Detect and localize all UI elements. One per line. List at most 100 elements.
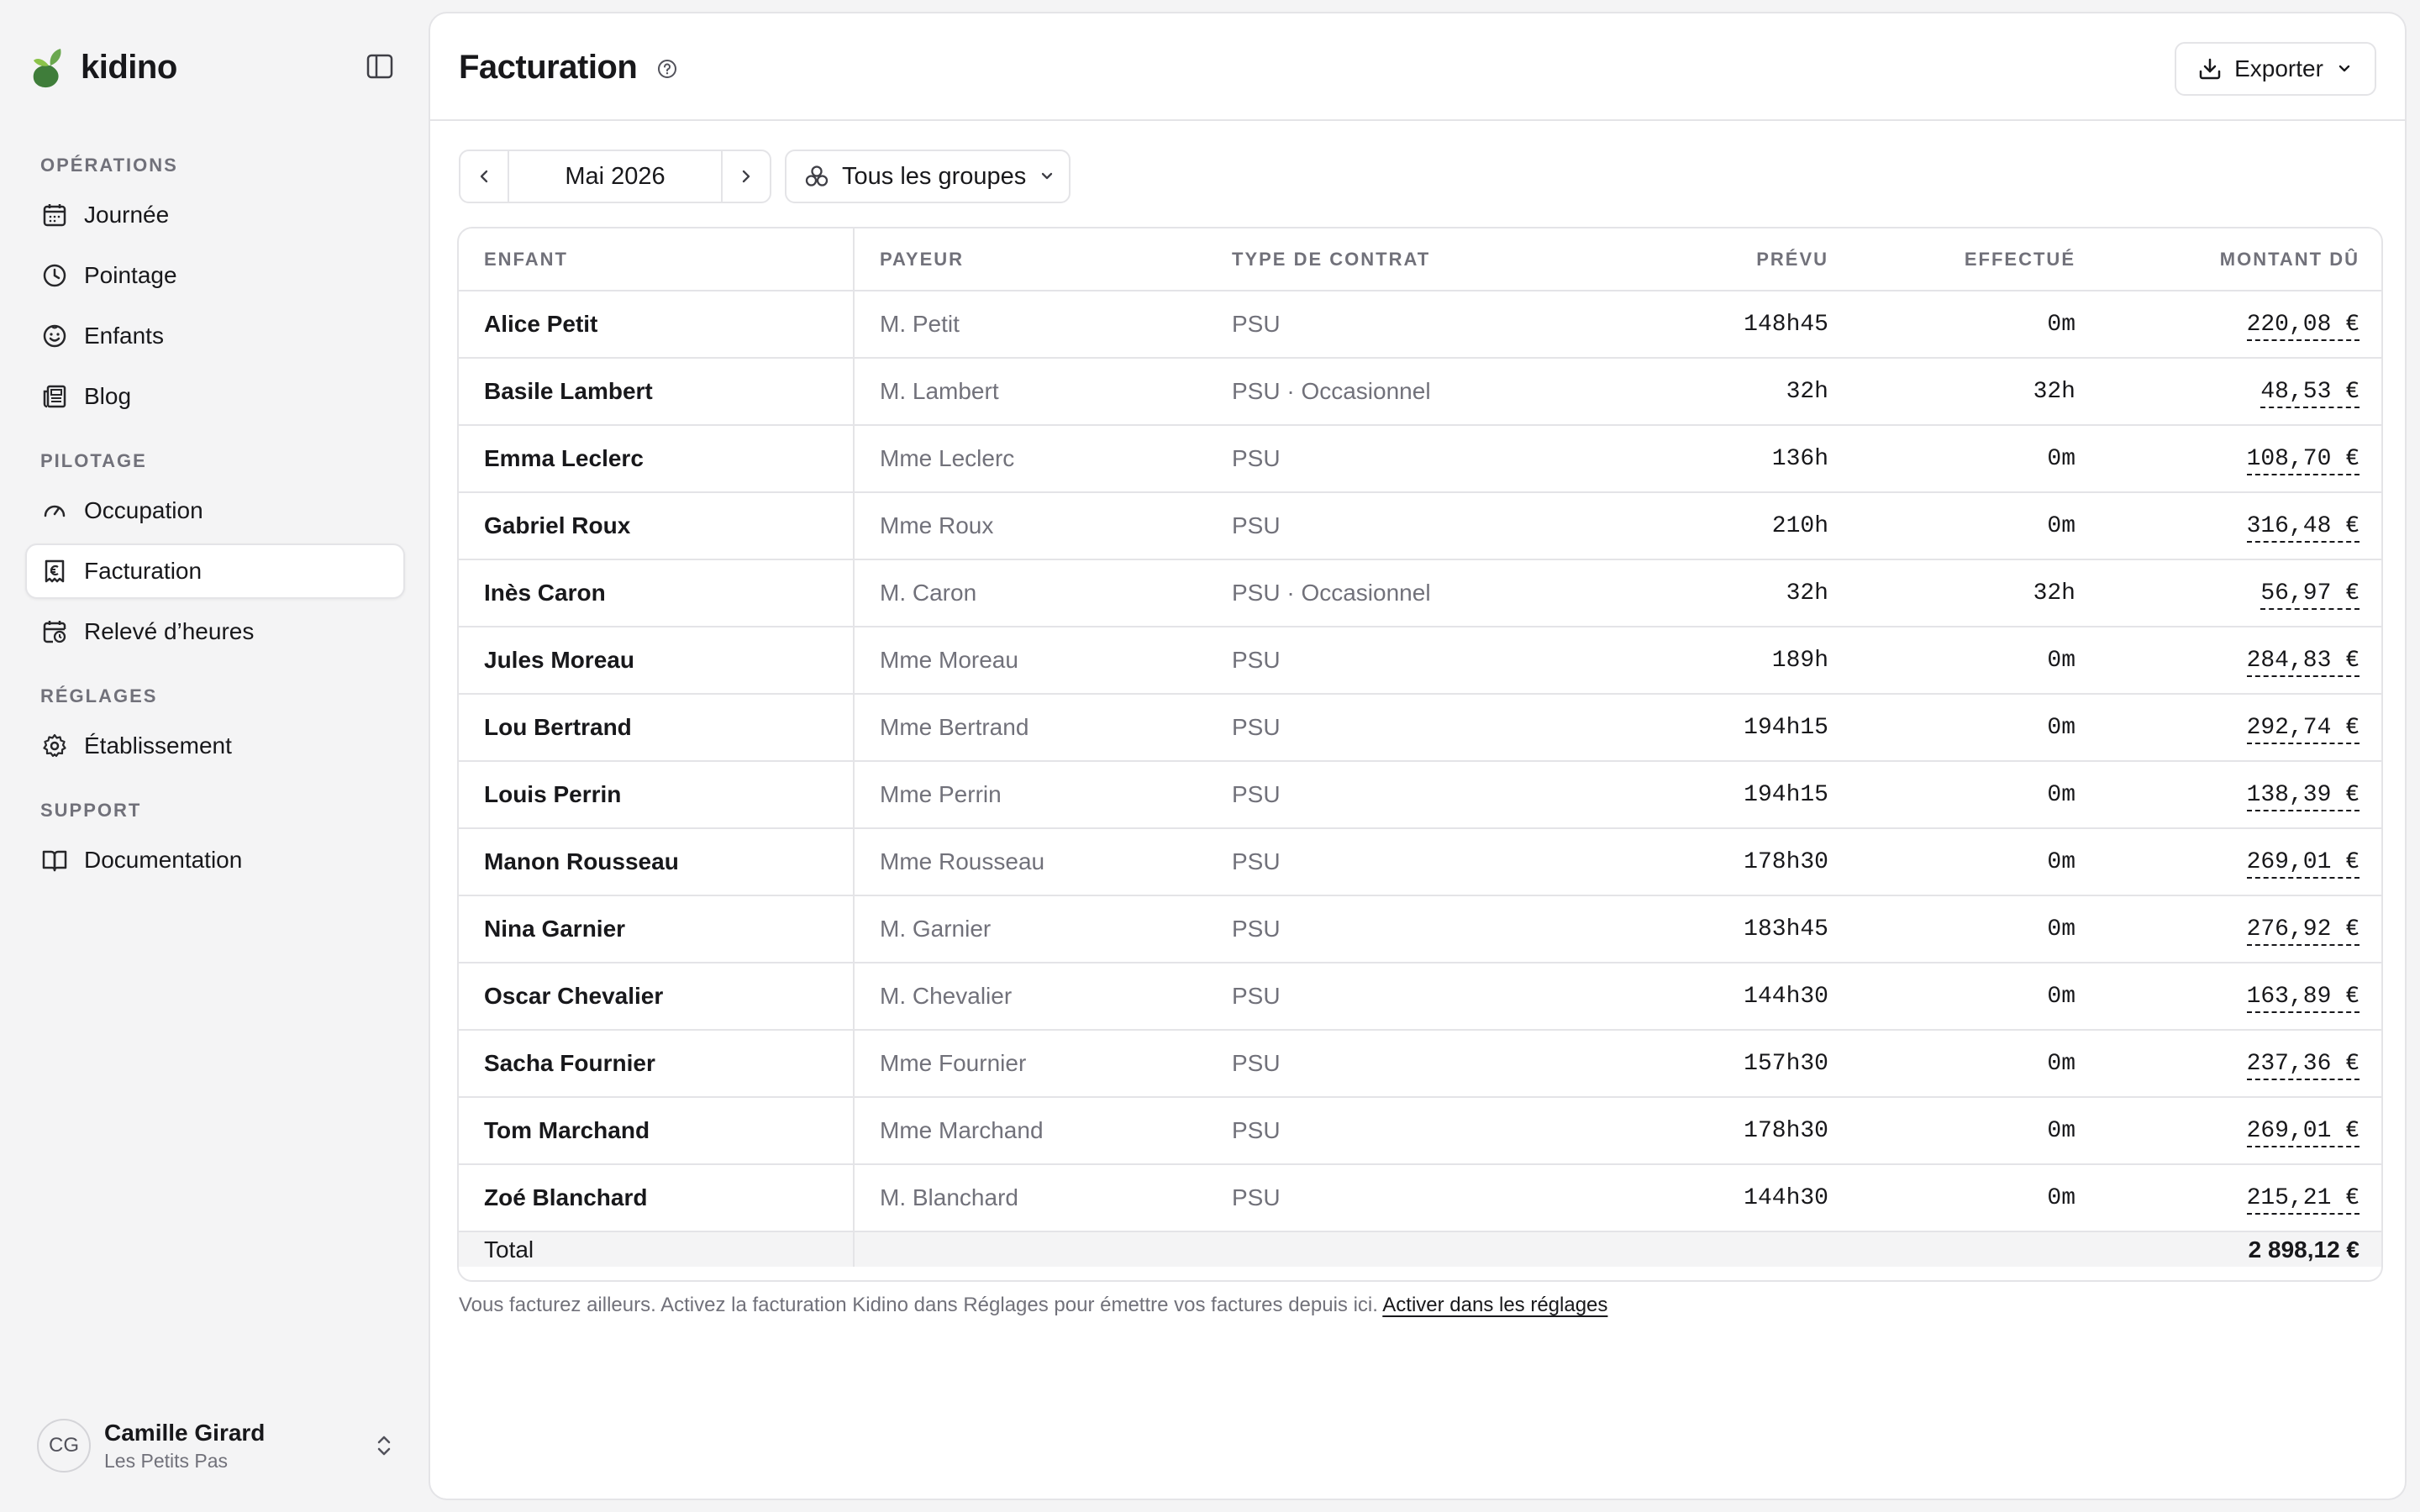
brand-name: kidino [81, 48, 177, 86]
cell-payeur: M. Garnier [854, 895, 1207, 963]
amount-link[interactable]: 292,74 € [2246, 714, 2360, 744]
cell-prevu: 194h15 [1560, 694, 1854, 762]
section-label-reglages: RÉGLAGES [40, 685, 158, 706]
cell-effectue: 0m [1854, 694, 2101, 762]
cell-enfant: Zoé Blanchard [459, 1164, 855, 1232]
cell-enfant: Louis Perrin [459, 761, 855, 829]
amount-link[interactable]: 237,36 € [2246, 1050, 2360, 1080]
cell-type-contrat: PSU [1207, 425, 1560, 493]
column-header-type-contrat[interactable]: TYPE DE CONTRAT [1207, 228, 1560, 291]
table-row[interactable]: Jules Moreau Mme Moreau PSU 189h 0m 284,83 € [459, 627, 2381, 695]
amount-link[interactable]: 220,08 € [2246, 311, 2360, 341]
amount-link[interactable]: 276,92 € [2246, 916, 2360, 946]
cell-effectue: 0m [1854, 828, 2101, 896]
table-row[interactable]: Lou Bertrand Mme Bertrand PSU 194h15 0m 292,7… [459, 694, 2381, 762]
cell-prevu: 178h30 [1560, 1097, 1854, 1165]
table-row[interactable]: Alice Petit M. Petit PSU 148h45 0m 220,08 € [459, 291, 2381, 359]
table-row[interactable]: Tom Marchand Mme Marchand PSU 178h30 0m 269,0… [459, 1097, 2381, 1165]
table-row[interactable]: Louis Perrin Mme Perrin PSU 194h15 0m 138,39 … [459, 761, 2381, 829]
cell-payeur: Mme Perrin [854, 761, 1207, 829]
column-header-effectue[interactable]: EFFECTUÉ [1854, 228, 2101, 291]
amount-link[interactable]: 48,53 € [2260, 378, 2360, 408]
billing-table: ENFANT PAYEUR TYPE DE CONTRAT PRÉVU EFFE… [457, 227, 2383, 1282]
column-header-enfant[interactable]: ENFANT [459, 228, 855, 291]
cell-effectue: 0m [1854, 963, 2101, 1031]
cell-montant-du: 316,48 € [2101, 492, 2381, 560]
cell-effectue: 0m [1854, 761, 2101, 829]
current-month[interactable]: Mai 2026 [509, 151, 721, 202]
cell-prevu: 144h30 [1560, 963, 1854, 1031]
cell-montant-du: 276,92 € [2101, 895, 2381, 963]
chevrons-up-down-icon [377, 1436, 391, 1456]
cell-type-contrat: PSU [1207, 828, 1560, 896]
sidebar: kidino OPÉRATIONS Journée Pointage Enfan… [0, 0, 429, 1512]
cell-enfant: Nina Garnier [459, 895, 855, 963]
group-select[interactable]: Tous les groupes [785, 150, 1071, 203]
table-row[interactable]: Emma Leclerc Mme Leclerc PSU 136h 0m 108,70 € [459, 425, 2381, 493]
amount-link[interactable]: 56,97 € [2260, 580, 2360, 610]
amount-link[interactable]: 284,83 € [2246, 647, 2360, 677]
cell-effectue: 32h [1854, 358, 2101, 426]
sidebar-toggle-button[interactable] [363, 52, 397, 81]
cell-payeur: Mme Bertrand [854, 694, 1207, 762]
sidebar-item-journee[interactable]: Journée [25, 187, 405, 243]
column-header-prevu[interactable]: PRÉVU [1560, 228, 1854, 291]
cell-payeur: Mme Rousseau [854, 828, 1207, 896]
cell-payeur: Mme Leclerc [854, 425, 1207, 493]
cell-prevu: 136h [1560, 425, 1854, 493]
cell-payeur: M. Lambert [854, 358, 1207, 426]
brand[interactable]: kidino [30, 44, 177, 91]
sidebar-item-occupation[interactable]: Occupation [25, 483, 405, 538]
group-select-label: Tous les groupes [842, 162, 1027, 190]
amount-link[interactable]: 108,70 € [2246, 445, 2360, 475]
table-row[interactable]: Zoé Blanchard M. Blanchard PSU 144h30 0m 215,… [459, 1164, 2381, 1232]
table-row[interactable]: Inès Caron M. Caron PSU · Occasionnel 32h 32… [459, 559, 2381, 627]
sidebar-item-facturation[interactable]: Facturation [25, 543, 405, 599]
column-header-montant-du[interactable]: MONTANT DÛ [2101, 228, 2381, 291]
export-button[interactable]: Exporter [2175, 42, 2376, 96]
help-circle-icon[interactable] [655, 57, 679, 81]
amount-link[interactable]: 269,01 € [2246, 1117, 2360, 1147]
cell-payeur: M. Petit [854, 291, 1207, 359]
amount-link[interactable]: 215,21 € [2246, 1184, 2360, 1215]
cell-payeur: M. Chevalier [854, 963, 1207, 1031]
cell-montant-du: 215,21 € [2101, 1164, 2381, 1232]
table-row[interactable]: Sacha Fournier Mme Fournier PSU 157h30 0m 237… [459, 1030, 2381, 1098]
table-row[interactable]: Gabriel Roux Mme Roux PSU 210h 0m 316,48 € [459, 492, 2381, 560]
activate-billing-link[interactable]: Activer dans les réglages [1382, 1294, 1607, 1316]
cell-montant-du: 108,70 € [2101, 425, 2381, 493]
month-navigator: Mai 2026 [459, 150, 771, 203]
sidebar-item-enfants[interactable]: Enfants [25, 308, 405, 364]
cell-type-contrat: PSU [1207, 492, 1560, 560]
column-header-payeur[interactable]: PAYEUR [854, 228, 1207, 291]
cell-payeur: Mme Marchand [854, 1097, 1207, 1165]
sidebar-item-blog[interactable]: Blog [25, 369, 405, 424]
panel-left-icon [366, 54, 393, 79]
cell-enfant: Oscar Chevalier [459, 963, 855, 1031]
table-row[interactable]: Basile Lambert M. Lambert PSU · Occasionne… [459, 358, 2381, 426]
table-row[interactable]: Oscar Chevalier M. Chevalier PSU 144h30 0m 16… [459, 963, 2381, 1031]
chevron-left-icon [480, 170, 488, 183]
sidebar-item-pointage[interactable]: Pointage [25, 248, 405, 303]
sidebar-item-label: Relevé d’heures [84, 618, 255, 644]
table-row[interactable]: Nina Garnier M. Garnier PSU 183h45 0m 276,92 … [459, 895, 2381, 963]
cell-prevu: 157h30 [1560, 1030, 1854, 1098]
sidebar-item-releve-heures[interactable]: Relevé d’heures [25, 604, 405, 659]
cell-montant-du: 292,74 € [2101, 694, 2381, 762]
amount-link[interactable]: 269,01 € [2246, 848, 2360, 879]
amount-link[interactable]: 163,89 € [2246, 983, 2360, 1013]
avatar: CG [37, 1419, 91, 1473]
user-menu[interactable]: CG Camille Girard Les Petits Pas [37, 1418, 398, 1473]
table-row[interactable]: Manon Rousseau Mme Rousseau PSU 178h30 0m 269… [459, 828, 2381, 896]
sidebar-item-label: Occupation [84, 497, 203, 523]
sidebar-item-etablissement[interactable]: Établissement [25, 718, 405, 774]
receipt-euro-icon [40, 557, 69, 585]
previous-month-button[interactable] [460, 151, 509, 202]
amount-link[interactable]: 138,39 € [2246, 781, 2360, 811]
cell-effectue: 0m [1854, 1164, 2101, 1232]
total-amount: 2 898,12 € [2101, 1231, 2381, 1267]
cell-effectue: 0m [1854, 425, 2101, 493]
sidebar-item-documentation[interactable]: Documentation [25, 832, 405, 888]
next-month-button[interactable] [721, 151, 770, 202]
amount-link[interactable]: 316,48 € [2246, 512, 2360, 543]
